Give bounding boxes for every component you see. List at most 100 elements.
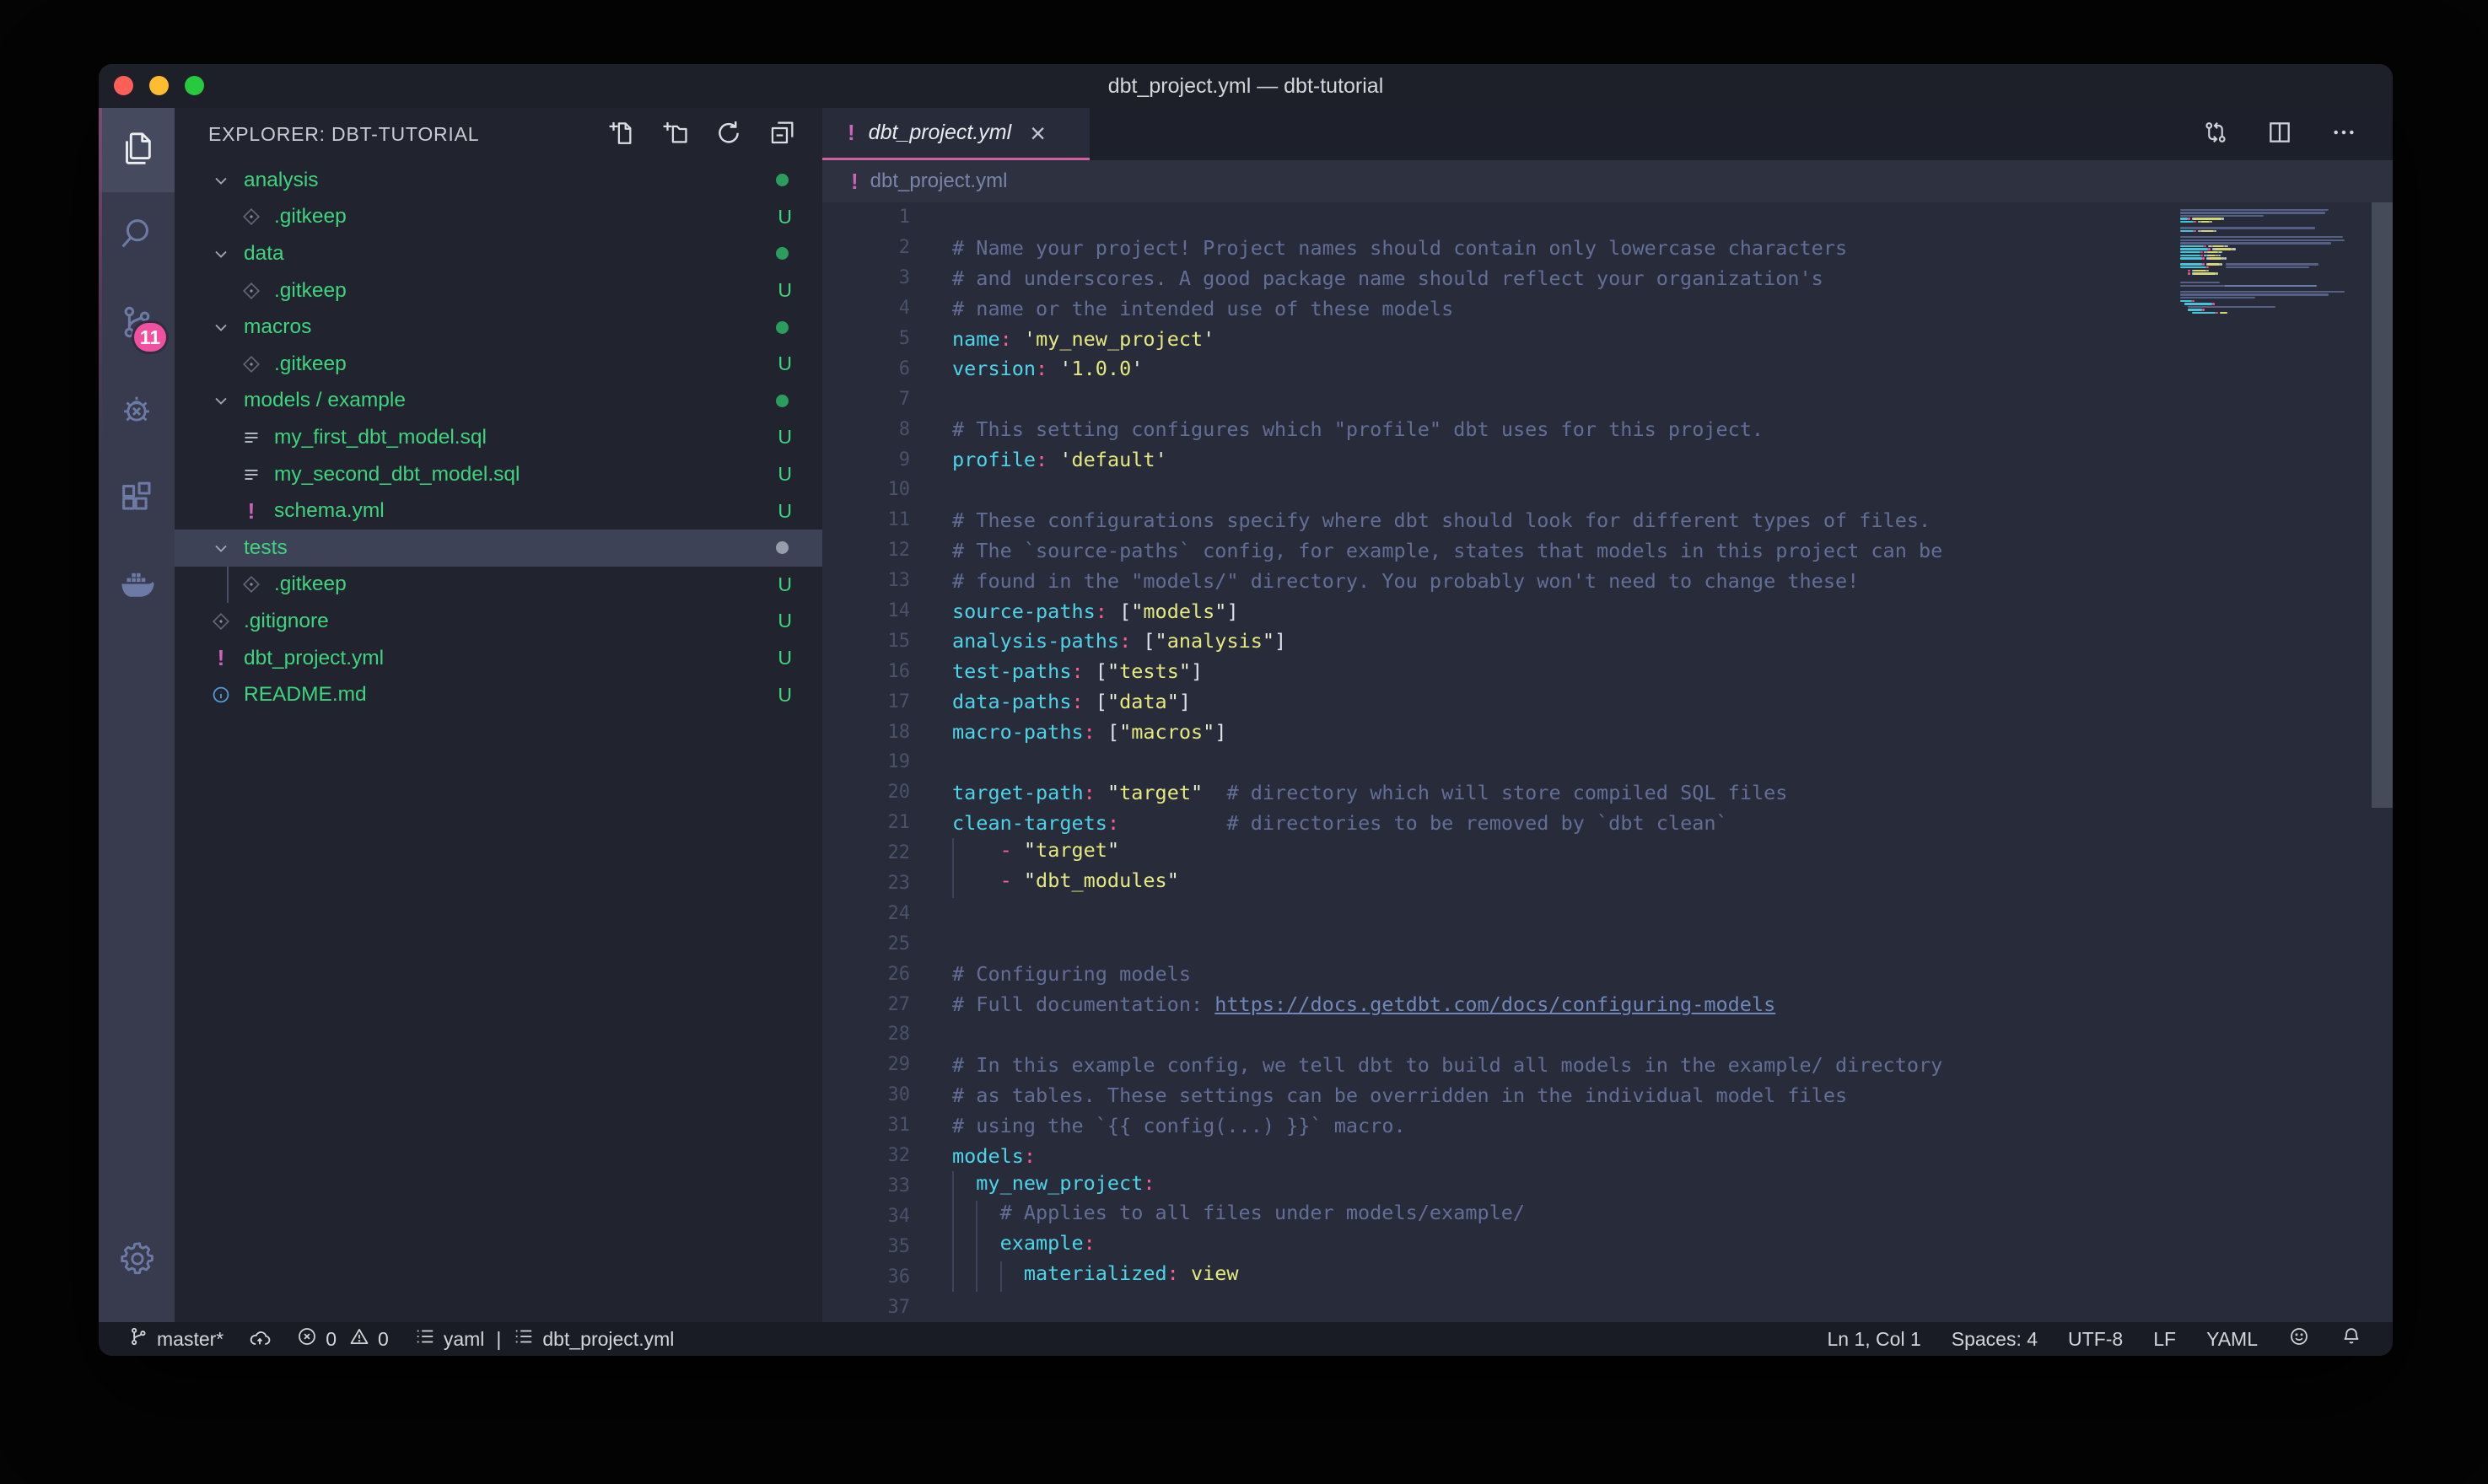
- minimap-line: [2180, 263, 2202, 265]
- activity-docker[interactable]: [99, 543, 175, 631]
- tree-item--gitignore[interactable]: .gitignoreU: [175, 603, 822, 640]
- activity-settings[interactable]: [99, 1216, 175, 1304]
- tree-item--gitkeep[interactable]: .gitkeepU: [175, 346, 822, 383]
- chevron-down-icon: [208, 170, 234, 191]
- activity-bar: 11: [99, 108, 175, 1322]
- minimap-line: [2194, 230, 2196, 232]
- tree-item-label: analysis: [244, 169, 319, 192]
- separator: |: [496, 1328, 501, 1351]
- code-editor[interactable]: 12# Name your project! Project names sho…: [822, 202, 2393, 1322]
- code-text: models:: [910, 1144, 1036, 1168]
- minimap-line: [2180, 245, 2204, 247]
- tree-item-macros[interactable]: macros: [175, 309, 822, 346]
- code-text: # using the `{{ config(...) }}` macro.: [910, 1114, 1406, 1137]
- tree-item-label: macros: [244, 315, 311, 339]
- more-actions-icon[interactable]: [2330, 119, 2357, 150]
- sync-button[interactable]: [249, 1328, 271, 1350]
- code-text: - "target": [910, 838, 1119, 868]
- explorer-title: EXPLORER: DBT-TUTORIAL: [208, 123, 479, 146]
- line-number: 26: [822, 964, 910, 985]
- git-untracked-badge: U: [778, 352, 792, 375]
- encoding[interactable]: UTF-8: [2068, 1328, 2123, 1351]
- code-line-19: 19: [822, 747, 2393, 777]
- git-branch-icon: [127, 1325, 149, 1352]
- activity-source-control[interactable]: 11: [99, 280, 175, 368]
- line-number: 29: [822, 1054, 910, 1075]
- chevron-down-icon: [208, 317, 234, 337]
- tree-item-label: .gitkeep: [274, 279, 347, 303]
- tree-item--gitkeep[interactable]: .gitkeepU: [175, 567, 822, 604]
- tree-item-tests[interactable]: tests: [175, 530, 822, 567]
- code-text: clean-targets: # directories to be remov…: [910, 811, 1728, 835]
- refresh-icon[interactable]: [714, 118, 743, 151]
- tree-item-data[interactable]: data: [175, 235, 822, 272]
- breadcrumb-file[interactable]: dbt_project.yml: [870, 169, 1008, 193]
- minimap-line: [2226, 266, 2309, 268]
- code-text: name: 'my_new_project': [910, 327, 1214, 351]
- code-text: example:: [910, 1231, 1096, 1261]
- minimap-line: [2180, 248, 2208, 250]
- errors-status[interactable]: 0: [296, 1325, 337, 1352]
- minimap-line: [2180, 242, 2331, 244]
- activity-debug[interactable]: [99, 368, 175, 455]
- warnings-status[interactable]: 0: [348, 1325, 389, 1352]
- language-mode[interactable]: YAML: [2206, 1328, 2258, 1351]
- active-task-status[interactable]: dbt_project.yml: [513, 1325, 674, 1352]
- tree-item--gitkeep[interactable]: .gitkeepU: [175, 272, 822, 309]
- minimap-line: [2212, 245, 2224, 247]
- code-line-2: 2# Name your project! Project names shou…: [822, 233, 2393, 263]
- activity-explorer[interactable]: [99, 108, 175, 192]
- split-editor-icon[interactable]: [2266, 119, 2293, 150]
- code-line-23: 23 - "dbt_modules": [822, 868, 2393, 899]
- yaml-mode-status[interactable]: yaml: [414, 1325, 485, 1352]
- folder-modified-dot: [776, 247, 789, 260]
- eol-sequence[interactable]: LF: [2153, 1328, 2176, 1351]
- yaml-file-icon: !: [848, 120, 855, 146]
- minimap-line: [2218, 255, 2221, 256]
- tree-item-my-first-dbt-model-sql[interactable]: my_first_dbt_model.sqlU: [175, 419, 822, 456]
- minimap-line: [2188, 218, 2190, 219]
- minimap-line: [2188, 272, 2190, 274]
- code-text: macro-paths: ["macros"]: [910, 720, 1226, 744]
- tree-item-readme-md[interactable]: README.mdU: [175, 676, 822, 713]
- line-number: 24: [822, 903, 910, 924]
- tree-item--gitkeep[interactable]: .gitkeepU: [175, 199, 822, 236]
- sql-file-icon: [239, 465, 264, 485]
- activity-extensions[interactable]: [99, 455, 175, 543]
- close-tab-icon[interactable]: ×: [1030, 120, 1046, 147]
- tree-item-models-example[interactable]: models / example: [175, 383, 822, 420]
- code-line-36: 36materialized: view: [822, 1261, 2393, 1292]
- minimap[interactable]: [2180, 206, 2371, 459]
- tree-item-label: .gitkeep: [274, 205, 347, 229]
- git-branch-status[interactable]: master*: [127, 1325, 223, 1352]
- notifications-bell-icon[interactable]: [2340, 1325, 2362, 1352]
- window-title: dbt_project.yml — dbt-tutorial: [99, 64, 2393, 108]
- minimap-line: [2188, 309, 2201, 310]
- minimap-line: [2200, 255, 2203, 256]
- feedback-smiley-icon[interactable]: [2288, 1325, 2310, 1352]
- scrollbar[interactable]: [2372, 202, 2393, 808]
- minimap-line: [2206, 266, 2209, 268]
- indentation[interactable]: Spaces: 4: [1952, 1328, 2038, 1351]
- folder-modified-dot: [776, 541, 789, 554]
- activity-search[interactable]: [99, 192, 175, 280]
- open-changes-icon[interactable]: [2202, 119, 2229, 150]
- tab-bar: ! dbt_project.yml ×: [822, 108, 2393, 160]
- tree-item-my-second-dbt-model-sql[interactable]: my_second_dbt_model.sqlU: [175, 456, 822, 493]
- title-bar: dbt_project.yml — dbt-tutorial: [99, 64, 2393, 108]
- tree-item-schema-yml[interactable]: !schema.ymlU: [175, 492, 822, 530]
- error-circle-icon: [296, 1325, 318, 1352]
- line-number: 8: [822, 419, 910, 440]
- minimap-line: [2194, 218, 2221, 219]
- new-file-button[interactable]: [606, 118, 635, 151]
- tree-item-dbt-project-yml[interactable]: !dbt_project.ymlU: [175, 640, 822, 677]
- tab-dbt-project-yml[interactable]: ! dbt_project.yml ×: [822, 108, 1090, 160]
- minimap-line: [2202, 257, 2205, 259]
- git-file-icon: [239, 574, 264, 594]
- collapse-folders-button[interactable]: [768, 118, 797, 151]
- breadcrumb[interactable]: ! dbt_project.yml: [822, 160, 2393, 202]
- new-folder-button[interactable]: [660, 118, 689, 151]
- warning-triangle-icon: [348, 1325, 370, 1352]
- tree-item-analysis[interactable]: analysis: [175, 162, 822, 199]
- cursor-position[interactable]: Ln 1, Col 1: [1828, 1328, 1921, 1351]
